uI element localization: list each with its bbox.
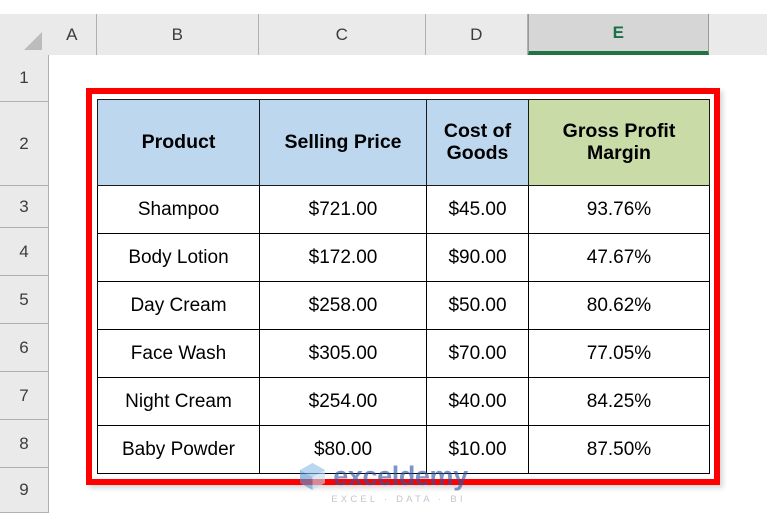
table-header-cell-2: Cost of Goods xyxy=(426,99,529,186)
cell-selling-price[interactable]: $172.00 xyxy=(259,233,427,282)
row-header-6[interactable]: 6 xyxy=(0,324,48,372)
table-row: Shampoo $721.00 $45.00 93.76% xyxy=(97,185,710,234)
cell-cost-of-goods[interactable]: $45.00 xyxy=(426,185,529,234)
row-header-4[interactable]: 4 xyxy=(0,228,48,276)
cell-product[interactable]: Night Cream xyxy=(97,377,260,426)
gross-profit-margin-table: Product Selling Price Cost of Goods Gross P… xyxy=(97,99,710,474)
cell-selling-price[interactable]: $258.00 xyxy=(259,281,427,330)
row-header-3[interactable]: 3 xyxy=(0,186,48,228)
column-header-a[interactable]: A xyxy=(48,14,97,55)
column-header-d[interactable]: D xyxy=(426,14,528,55)
cell-gross-profit-margin[interactable]: 77.05% xyxy=(528,329,710,378)
cell-gross-profit-margin[interactable]: 93.76% xyxy=(528,185,710,234)
cell-product[interactable]: Day Cream xyxy=(97,281,260,330)
row-header-9[interactable]: 9 xyxy=(0,468,48,513)
column-header-e[interactable]: E xyxy=(528,14,709,55)
cell-selling-price[interactable]: $305.00 xyxy=(259,329,427,378)
cell-selling-price[interactable]: $254.00 xyxy=(259,377,427,426)
cell-gross-profit-margin[interactable]: 47.67% xyxy=(528,233,710,282)
select-all-triangle-icon xyxy=(24,32,42,50)
table-header-cell-1: Selling Price xyxy=(259,99,427,186)
column-header-b[interactable]: B xyxy=(97,14,259,55)
row-header-2[interactable]: 2 xyxy=(0,102,48,186)
spreadsheet-grid: ABCDE 123456789 Product Selling Price Cost… xyxy=(0,0,767,513)
cell-product[interactable]: Body Lotion xyxy=(97,233,260,282)
table-header-cell-3: Gross Profit Margin xyxy=(528,99,710,186)
cell-cost-of-goods[interactable]: $90.00 xyxy=(426,233,529,282)
table-row: Day Cream $258.00 $50.00 80.62% xyxy=(97,281,710,330)
row-header-strip: 123456789 xyxy=(0,55,49,513)
column-header-c[interactable]: C xyxy=(259,14,426,55)
cell-selling-price[interactable]: $80.00 xyxy=(259,425,427,474)
select-all-button[interactable] xyxy=(0,14,49,56)
cell-cost-of-goods[interactable]: $70.00 xyxy=(426,329,529,378)
table-row: Night Cream $254.00 $40.00 84.25% xyxy=(97,377,710,426)
table-row: Body Lotion $172.00 $90.00 47.67% xyxy=(97,233,710,282)
cell-gross-profit-margin[interactable]: 87.50% xyxy=(528,425,710,474)
row-header-7[interactable]: 7 xyxy=(0,372,48,420)
cell-product[interactable]: Shampoo xyxy=(97,185,260,234)
table-header-cell-0: Product xyxy=(97,99,260,186)
row-header-5[interactable]: 5 xyxy=(0,276,48,324)
cell-gross-profit-margin[interactable]: 84.25% xyxy=(528,377,710,426)
table-header-row: Product Selling Price Cost of Goods Gross P… xyxy=(97,99,710,186)
table-row: Baby Powder $80.00 $10.00 87.50% xyxy=(97,425,710,474)
cell-cost-of-goods[interactable]: $40.00 xyxy=(426,377,529,426)
column-header-strip: ABCDE xyxy=(48,14,767,56)
cell-gross-profit-margin[interactable]: 80.62% xyxy=(528,281,710,330)
cell-selling-price[interactable]: $721.00 xyxy=(259,185,427,234)
cell-product[interactable]: Baby Powder xyxy=(97,425,260,474)
row-header-1[interactable]: 1 xyxy=(0,55,48,102)
row-header-8[interactable]: 8 xyxy=(0,420,48,468)
cell-cost-of-goods[interactable]: $10.00 xyxy=(426,425,529,474)
table-row: Face Wash $305.00 $70.00 77.05% xyxy=(97,329,710,378)
cell-product[interactable]: Face Wash xyxy=(97,329,260,378)
cell-cost-of-goods[interactable]: $50.00 xyxy=(426,281,529,330)
